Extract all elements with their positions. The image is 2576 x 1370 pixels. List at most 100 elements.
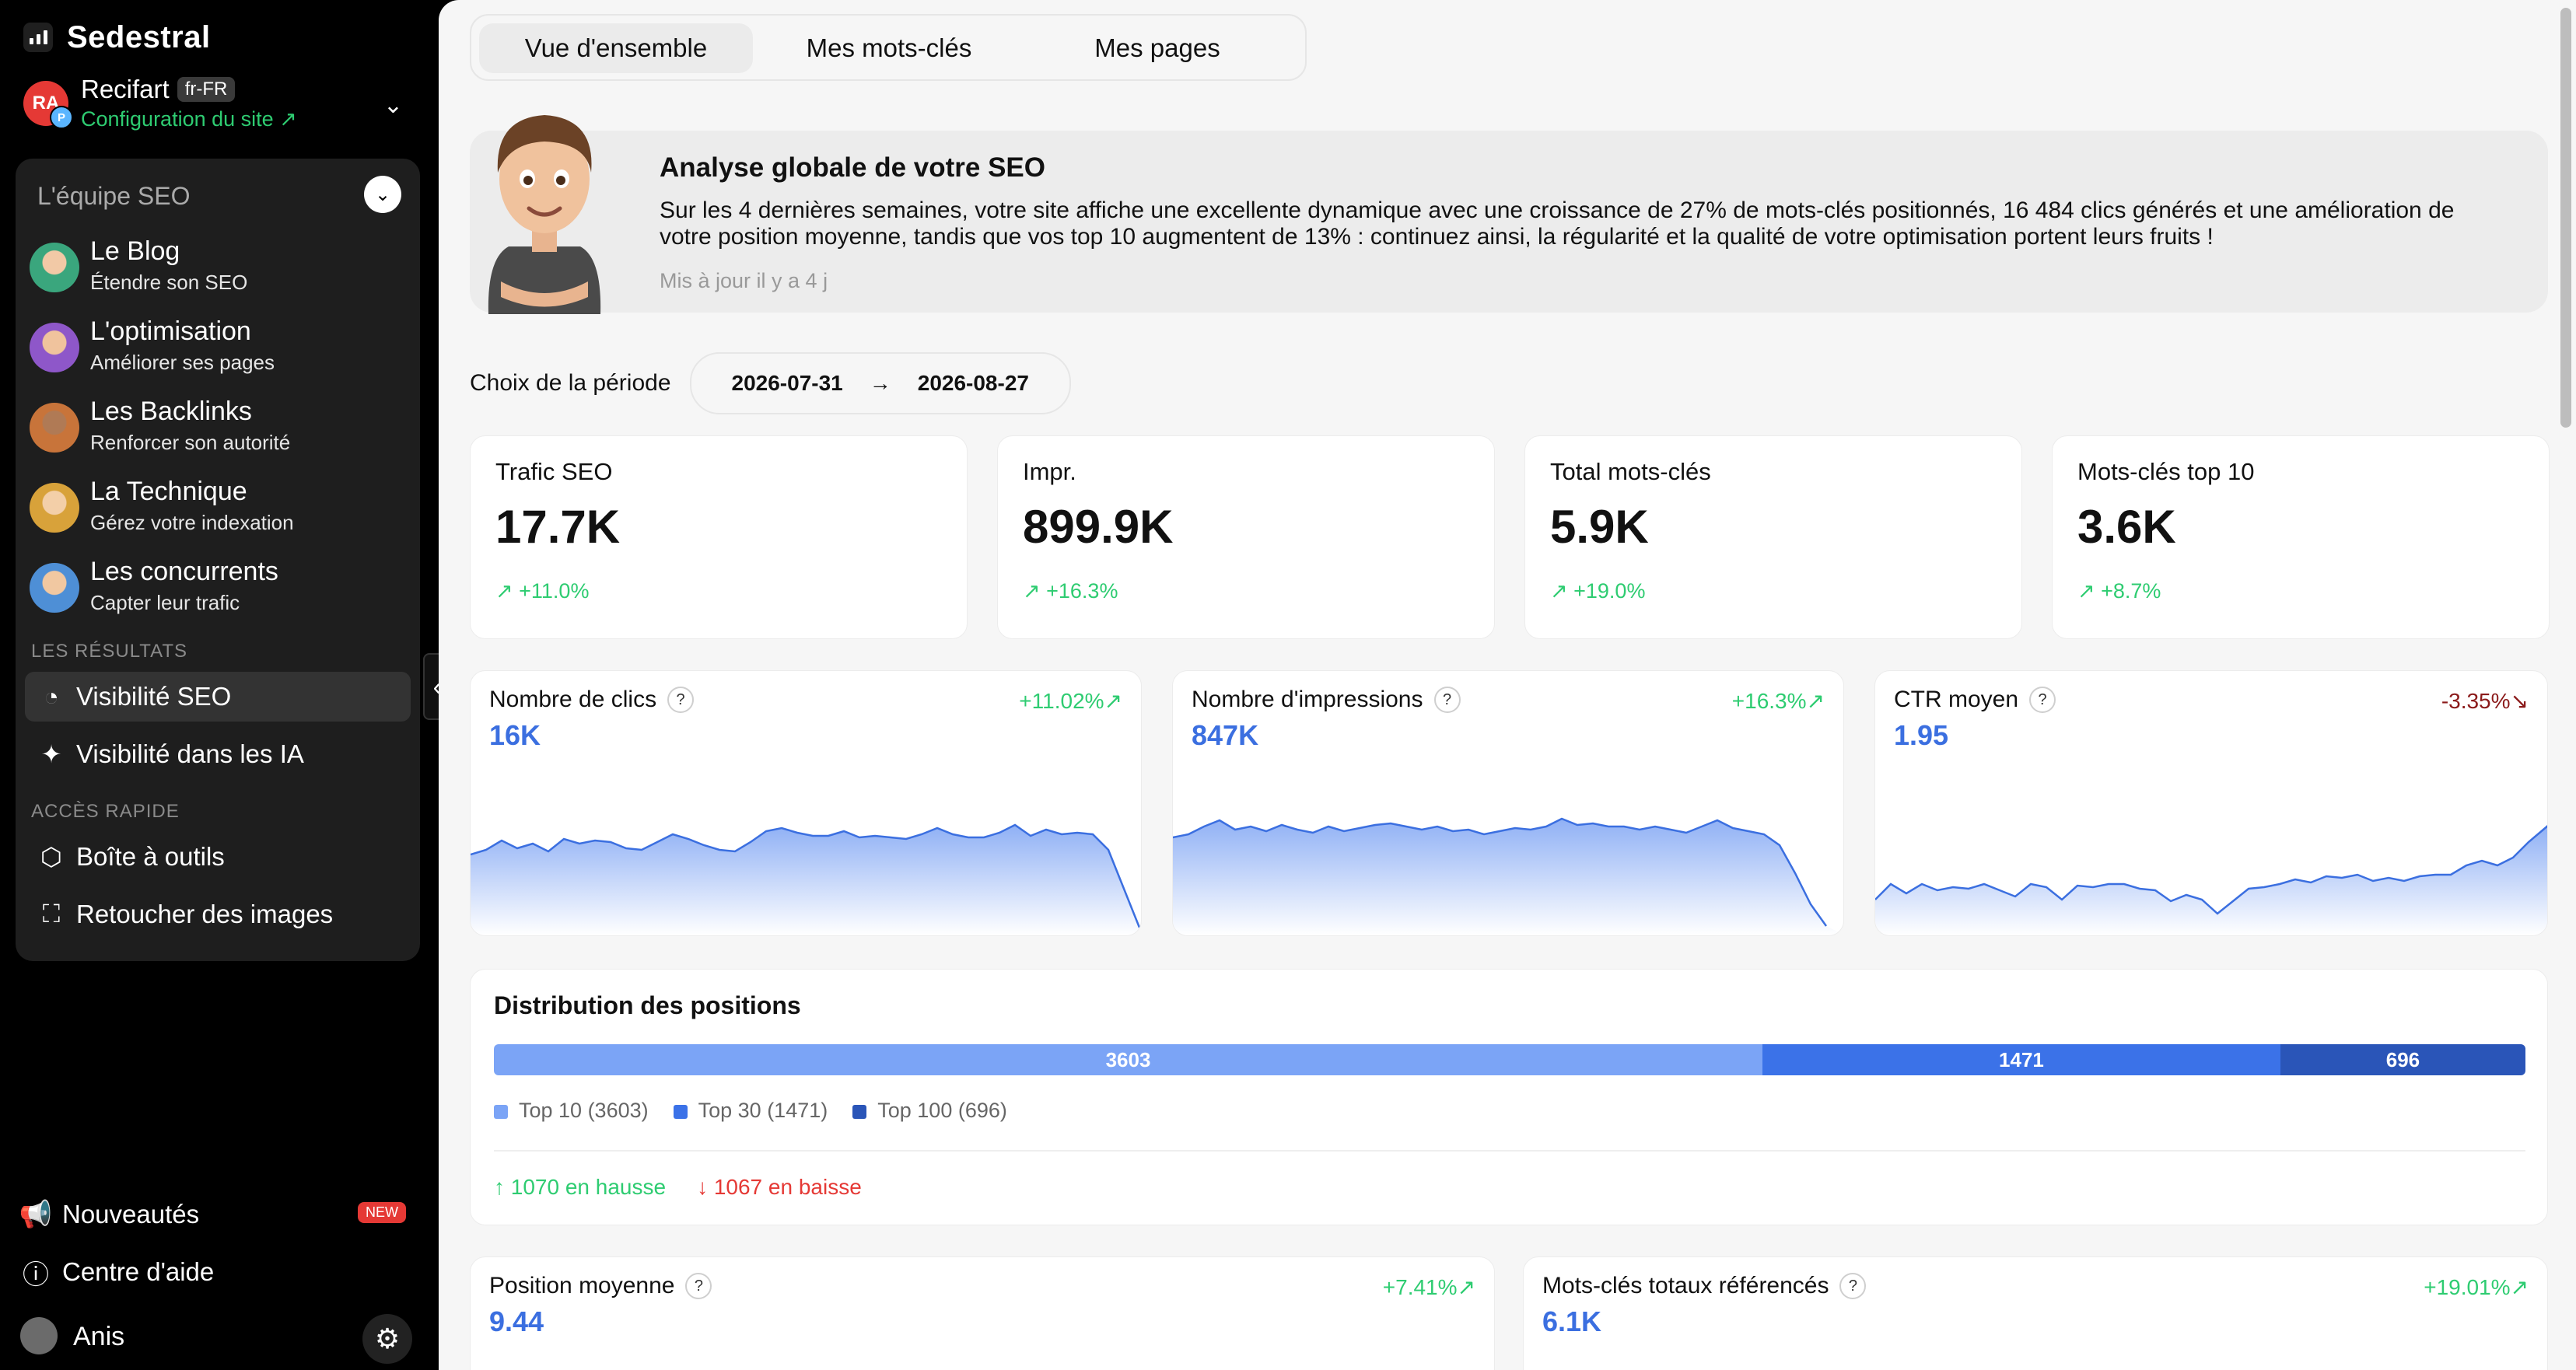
metric-delta: +19.01%↗ xyxy=(2424,1275,2529,1299)
chevron-down-icon[interactable]: ⌄ xyxy=(383,92,403,119)
summary-title: Analyse globale de votre SEO xyxy=(660,152,1045,183)
summary-updated: Mis à jour il y a 4 j xyxy=(660,269,828,292)
metric-value: 847K xyxy=(1192,719,1259,751)
metric-label: Position moyenne xyxy=(489,1273,675,1298)
arrow-right-icon: → xyxy=(869,371,891,395)
user-name[interactable]: Anis xyxy=(73,1322,124,1352)
nav-help-center[interactable]: ⓘ Centre d'aide xyxy=(19,1250,214,1294)
distribution-segment-top10[interactable]: 3603 xyxy=(494,1044,1763,1075)
legend-swatch xyxy=(494,1104,508,1119)
scrollbar[interactable] xyxy=(2560,8,2571,428)
team-heading: L'équipe SEO xyxy=(37,182,191,210)
agent-title: L'optimisation xyxy=(90,316,251,346)
site-config-link[interactable]: Configuration du site ↗ xyxy=(81,107,297,131)
help-circle-icon: ⓘ xyxy=(23,1260,49,1290)
kpi-delta: ↗ +8.7% xyxy=(2077,579,2161,603)
help-icon[interactable]: ? xyxy=(1839,1273,1867,1299)
kpi-value: 899.9K xyxy=(1023,501,1174,553)
agent-concurrents[interactable]: Les concurrents Capter leur trafic xyxy=(30,554,411,624)
movers-up: ↑ 1070 en hausse xyxy=(494,1175,666,1200)
metric-delta: -3.35%↘ xyxy=(2441,689,2529,713)
tab-keywords[interactable]: Mes mots-clés xyxy=(761,23,1017,73)
summary-text: Sur les 4 dernières semaines, votre site… xyxy=(660,197,2455,250)
metric-delta: +7.41%↗ xyxy=(1382,1275,1475,1299)
nav-label: Nouveautés xyxy=(62,1200,200,1228)
position-distribution-card: Distribution des positions 3603 1471 696… xyxy=(470,969,2548,1225)
seo-summary-card: Analyse globale de votre SEO Sur les 4 d… xyxy=(470,131,2548,313)
site-selector[interactable]: RA P Recifart fr-FR Configuration du sit… xyxy=(23,75,412,137)
kpi-value: 17.7K xyxy=(495,501,621,553)
nav-retouch-images[interactable]: ⛶ Retoucher des images xyxy=(25,889,411,939)
metric-label-row: Nombre de clics ? xyxy=(489,687,695,713)
kpi-label: Impr. xyxy=(1023,458,1076,485)
nav-label: Centre d'aide xyxy=(62,1257,215,1286)
metric-label: CTR moyen xyxy=(1894,687,2019,712)
site-avatar-badge: P xyxy=(50,106,73,129)
nav-visibility-ai[interactable]: ✦ Visibilité dans les IA xyxy=(25,729,411,779)
locale-badge: fr-FR xyxy=(177,77,236,102)
view-tabs: Vue d'ensemble Mes mots-clés Mes pages xyxy=(470,14,1307,81)
agent-avatar-backlinks xyxy=(30,403,79,453)
site-avatar: RA P xyxy=(23,81,73,129)
mascot-illustration xyxy=(488,115,601,314)
legend-swatch xyxy=(673,1104,688,1119)
bar-chart-logo-icon xyxy=(23,23,53,52)
agent-technique[interactable]: La Technique Gérez votre indexation xyxy=(30,474,411,543)
box-icon: ⬡ xyxy=(40,843,62,871)
help-icon[interactable]: ? xyxy=(685,1273,712,1299)
help-icon[interactable]: ? xyxy=(2029,687,2056,713)
agent-optimisation[interactable]: L'optimisation Améliorer ses pages xyxy=(30,313,411,383)
date-range-picker[interactable]: 2026-07-31 → 2026-08-27 xyxy=(689,352,1071,414)
brand-name: Sedestral xyxy=(67,19,211,54)
distribution-segment-top30[interactable]: 1471 xyxy=(1762,1044,2280,1075)
legend-item-top100[interactable]: Top 100 (696) xyxy=(852,1099,1007,1123)
arrow-down-icon: ↓ xyxy=(697,1175,714,1199)
brand[interactable]: Sedestral xyxy=(23,19,211,56)
position-movers: ↑ 1070 en hausse ↓ 1067 en baisse xyxy=(494,1175,862,1200)
metric-card-total-ranked-keywords: Mots-clés totaux référencés ? 6.1K +19.0… xyxy=(1523,1256,2548,1370)
agent-backlinks[interactable]: Les Backlinks Renforcer son autorité xyxy=(30,393,411,463)
site-name: Recifart xyxy=(81,75,170,103)
tab-overview[interactable]: Vue d'ensemble xyxy=(479,23,753,73)
help-icon[interactable]: ? xyxy=(667,687,695,713)
sparkline-ctr xyxy=(1875,825,2547,935)
avatar[interactable] xyxy=(20,1317,58,1354)
metric-label: Nombre d'impressions xyxy=(1192,687,1423,712)
nav-visibility-seo[interactable]: ◔ Visibilité SEO xyxy=(25,672,411,722)
agent-title: Les concurrents xyxy=(90,557,278,586)
metric-label-row: Position moyenne ? xyxy=(489,1273,712,1299)
main-content: Vue d'ensemble Mes mots-clés Mes pages A… xyxy=(439,0,2576,1370)
metric-value: 9.44 xyxy=(489,1305,544,1337)
legend-label: Top 30 (1471) xyxy=(698,1099,828,1122)
section-label-quick-access: ACCÈS RAPIDE xyxy=(31,801,180,822)
agent-blog[interactable]: Le Blog Étendre son SEO xyxy=(30,233,411,303)
distribution-bar: 3603 1471 696 xyxy=(494,1044,2525,1075)
metric-value: 6.1K xyxy=(1542,1305,1602,1337)
metric-label-row: CTR moyen ? xyxy=(1894,687,2056,713)
help-icon[interactable]: ? xyxy=(1433,687,1461,713)
chevron-down-icon[interactable]: ⌄ xyxy=(364,176,401,213)
tab-pages[interactable]: Mes pages xyxy=(1025,23,1290,73)
kpi-card-total-keywords: Total mots-clés 5.9K ↗ +19.0% xyxy=(1524,435,2022,639)
distribution-legend: Top 10 (3603) Top 30 (1471) Top 100 (696… xyxy=(494,1099,1007,1123)
metric-card-average-position: Position moyenne ? 9.44 +7.41%↗ xyxy=(470,1256,1495,1370)
agent-avatar-concurrents xyxy=(30,563,79,613)
segment-label: 1471 xyxy=(1999,1047,2044,1071)
agent-subtitle: Renforcer son autorité xyxy=(90,431,291,454)
distribution-segment-top100[interactable]: 696 xyxy=(2280,1044,2525,1075)
gear-icon[interactable]: ⚙ xyxy=(362,1314,412,1364)
legend-item-top10[interactable]: Top 10 (3603) xyxy=(494,1099,649,1123)
kpi-label: Total mots-clés xyxy=(1550,458,1711,485)
agent-subtitle: Améliorer ses pages xyxy=(90,351,275,374)
distribution-title: Distribution des positions xyxy=(494,991,801,1019)
movers-down-label: 1067 en baisse xyxy=(713,1175,862,1199)
agent-avatar-technique xyxy=(30,483,79,533)
nav-news[interactable]: 📢 Nouveautés xyxy=(19,1193,199,1236)
period-end: 2026-08-27 xyxy=(917,371,1029,395)
kpi-card-top10-keywords: Mots-clés top 10 3.6K ↗ +8.7% xyxy=(2052,435,2550,639)
arrow-up-icon: ↑ xyxy=(494,1175,511,1199)
nav-toolbox[interactable]: ⬡ Boîte à outils xyxy=(25,832,411,882)
legend-label: Top 100 (696) xyxy=(877,1099,1007,1122)
nav-label: Visibilité SEO xyxy=(76,682,232,711)
legend-item-top30[interactable]: Top 30 (1471) xyxy=(673,1099,828,1123)
